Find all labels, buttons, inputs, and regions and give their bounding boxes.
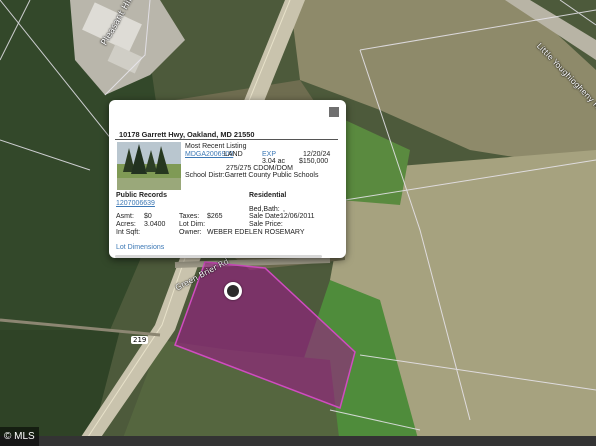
sale-price-label: Sale Price: (249, 221, 283, 228)
int-sqft-label: Int Sqft: (116, 229, 141, 236)
listing-dom: 275/275 CDOM/DOM (226, 165, 293, 172)
asmt-label: Asmt: (116, 213, 134, 220)
lot-dimensions-link[interactable]: Lot Dimensions (116, 244, 164, 251)
listing-price: $150,000 (299, 158, 329, 165)
owner-value: WEBER EDELEN ROSEMARY (207, 229, 305, 236)
lot-dim-label: Lot Dim: (179, 221, 206, 228)
owner-label: Owner: (179, 229, 202, 236)
asmt-value: $0 (144, 213, 152, 220)
property-address: 10178 Garrett Hwy, Oakland, MD 21550 (119, 130, 255, 139)
home-pin-icon (227, 285, 239, 297)
acres-label: Acres: (116, 221, 136, 228)
bed-bath-label: Bed,Bath: (249, 206, 280, 213)
property-photo-image (117, 142, 181, 190)
bed-bath-value: , (283, 206, 285, 213)
property-pin[interactable] (224, 282, 242, 300)
listing-status-date: 12/20/24 (303, 151, 331, 158)
sale-date-value: 12/06/2011 (280, 213, 315, 220)
address-divider (115, 139, 338, 140)
taxes-value: $265 (207, 213, 223, 220)
listing-type: LAND (224, 151, 243, 158)
listing-status: EXP (262, 151, 277, 158)
listing-heading: Most Recent Listing (185, 143, 247, 150)
property-photo[interactable] (117, 142, 181, 190)
public-records-heading: Public Records (116, 192, 167, 199)
record-id-link[interactable]: 1207006639 (116, 200, 155, 207)
route-badge-219: 219 (131, 336, 149, 344)
sale-date-label: Sale Date: (249, 213, 282, 220)
mls-watermark: © MLS (0, 427, 39, 446)
popup-scroll-track[interactable] (115, 255, 322, 258)
property-category: Residential (249, 192, 287, 199)
close-button[interactable] (329, 107, 339, 117)
property-popup: 10178 Garrett Hwy, Oakland, MD 21550 Mos… (109, 100, 346, 258)
map-bottom-bar (0, 436, 596, 446)
acres-value: 3.0400 (144, 221, 166, 228)
listing-acres: 3.04 ac (262, 158, 285, 165)
taxes-label: Taxes: (179, 213, 200, 220)
school-district: School Distr:Garrett County Public Schoo… (185, 172, 319, 179)
